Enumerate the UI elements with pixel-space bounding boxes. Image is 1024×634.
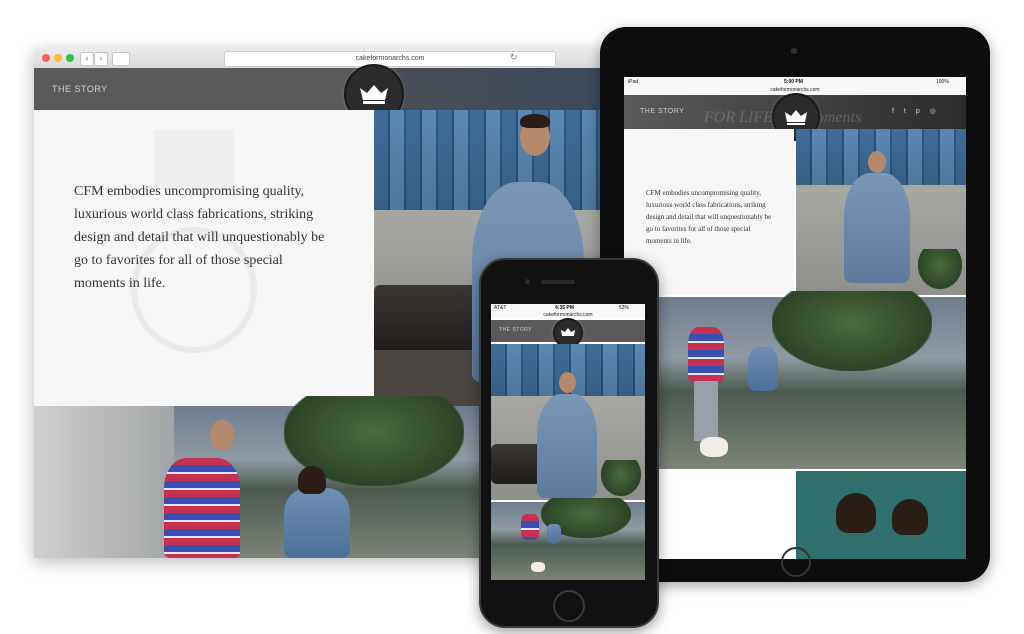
close-window-button[interactable] [42,54,50,62]
iphone-time: 4:35 PM [555,305,574,311]
chevron-left-icon[interactable]: ‹ [80,52,94,66]
iphone-street-photo [491,498,645,580]
sidebar-icon[interactable] [112,52,130,66]
ipad-plant [918,249,962,289]
url-text: cakeformonarchs.com [355,55,425,62]
iphone-screen: AT&T 4:35 PM 53% cakeformonarchs.com THE… [491,304,645,580]
header-photo-strip [374,68,600,110]
pinterest-icon[interactable]: p [916,108,920,115]
ipad-teal-head-1 [836,493,876,533]
iphone-device: AT&T 4:35 PM 53% cakeformonarchs.com THE… [479,258,659,628]
ipad-teal-head-2 [892,499,928,535]
striped-shirt-man [164,458,240,558]
minimize-window-button[interactable] [54,54,62,62]
iphone-status-bar: AT&T 4:35 PM 53% cakeformonarchs.com [491,304,645,318]
ipad-street-photo [652,291,966,469]
iphone-striped-man [521,514,539,540]
zoom-window-button[interactable] [66,54,74,62]
ipad-brand-quote: CFM embodies uncompromising quality, lux… [646,189,772,245]
ipad-hero-photo [796,129,966,295]
site-header: THE STORY [34,68,600,110]
ipad-denim-woman [748,347,778,391]
ipad-home-button[interactable] [781,547,811,577]
ipad-teal-photo [796,471,966,559]
iphone-denim-woman [547,524,561,544]
ipad-trees [772,291,932,371]
ipad-device-label: iPad [628,79,639,85]
ipad-screen: iPad 5:00 PM 100% cakeformonarchs.com TH… [624,77,966,559]
ipad-striped-man [688,327,724,383]
lounge-couch [374,285,484,355]
building-facade [34,406,174,558]
woman-head [298,466,326,494]
man-hair [520,114,550,128]
ipad-nav-the-story[interactable]: THE STORY [640,108,684,115]
iphone-home-button[interactable] [553,590,585,622]
nav-the-story[interactable]: THE STORY [52,84,108,94]
iphone-speaker [541,280,575,284]
chevron-right-icon[interactable]: › [94,52,108,66]
quote-panel-bg: CFM embodies uncompromising quality, lux… [34,110,374,406]
ipad-man-pants [694,381,718,441]
url-bar[interactable]: cakeformonarchs.com [224,51,556,67]
iphone-hero-photo [491,344,645,500]
iphone-plant [601,460,641,496]
reload-icon[interactable]: ↻ [510,52,518,63]
instagram-icon[interactable]: ◎ [930,108,936,115]
iphone-carrier: AT&T [494,305,507,311]
browser-toolbar: ‹ › cakeformonarchs.com ↻ [34,48,600,69]
ipad-man-head [868,151,886,173]
ipad-suit-man [844,173,910,283]
man-head-street [210,420,234,450]
facebook-icon[interactable]: f [892,108,894,115]
iphone-battery: 53% [619,305,630,311]
ipad-time: 5:00 PM [784,79,803,85]
social-icons[interactable]: f t p ◎ [892,107,936,115]
brand-quote: CFM embodies uncompromising quality, lux… [74,184,325,291]
iphone-couch [491,444,541,484]
ipad-dog [700,437,728,457]
ipad-camera [791,48,797,54]
denim-jacket-woman [284,488,350,558]
iphone-man-head [559,372,576,393]
iphone-nav-the-story[interactable]: THE STORY [499,327,532,333]
iphone-dog [531,562,545,572]
twitter-icon[interactable]: t [904,108,906,115]
iphone-suit-man [537,394,597,498]
ipad-battery: 100% [936,79,949,85]
iphone-camera [525,279,530,284]
crown-icon [561,328,575,336]
